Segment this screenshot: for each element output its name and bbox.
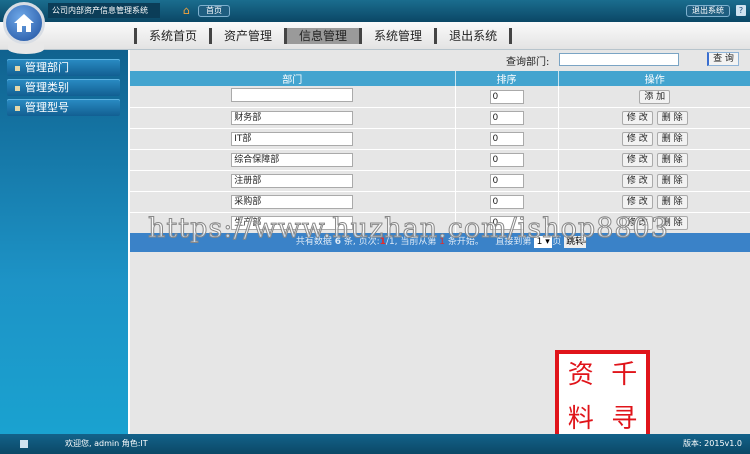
- sidebar-item-label: 管理部门: [25, 61, 69, 74]
- sidebar-item-categories[interactable]: 管理类别: [7, 79, 120, 96]
- order-input[interactable]: 0: [489, 111, 524, 125]
- start-record: 1: [439, 237, 445, 247]
- main-nav: 系统首页 资产管理 信息管理 系统管理 退出系统: [0, 22, 750, 50]
- nav-logout[interactable]: 退出系统: [434, 28, 509, 44]
- department-table: 部门 排序 操作 0 添 加 财务部 0 修 改删 除 IT部 0 修 改删 除综…: [130, 71, 750, 234]
- order-input[interactable]: 0: [489, 216, 524, 230]
- sidebar-item-label: 管理类别: [25, 81, 69, 94]
- nav-asset-management[interactable]: 资产管理: [209, 28, 284, 44]
- pager-text: /1, 当前从第: [385, 237, 437, 247]
- new-department-input[interactable]: [231, 87, 354, 102]
- table-row: 综合保障部 0 修 改删 除: [130, 149, 750, 171]
- version-text: 版本: 2015v1.0: [682, 439, 742, 448]
- nav-system-home[interactable]: 系统首页: [134, 28, 209, 44]
- table-row: 注册部 0 修 改删 除: [130, 170, 750, 192]
- main-content: 查询部门: 查 询 部门 排序 操作 0 添 加 财务部 0 修 改删 除 IT部…: [128, 50, 750, 434]
- bullet-icon: [15, 85, 20, 91]
- pager-text: 条开始。: [447, 237, 484, 247]
- sidebar: 管理部门 管理类别 管理型号: [0, 44, 128, 434]
- order-input[interactable]: 0: [489, 174, 524, 188]
- search-button[interactable]: 查 询: [707, 52, 739, 66]
- total-count: 6: [334, 237, 341, 247]
- jump-button[interactable]: 跳转: [564, 235, 587, 248]
- new-order-input[interactable]: 0: [489, 89, 524, 104]
- table-row: 财务部 0 修 改删 除: [130, 107, 750, 129]
- bullet-icon: [15, 65, 20, 71]
- house-icon: ⌂: [183, 4, 190, 17]
- table-row: 生产部 0 修 改删 除: [130, 212, 750, 234]
- home-logo-icon[interactable]: [3, 2, 45, 44]
- nav-divider: [509, 28, 513, 44]
- sidebar-item-departments[interactable]: 管理部门: [7, 59, 120, 76]
- delete-button[interactable]: 删 除: [656, 111, 688, 125]
- order-input[interactable]: 0: [489, 132, 524, 146]
- help-icon[interactable]: ?: [736, 5, 746, 16]
- nav-system-management[interactable]: 系统管理: [359, 28, 434, 44]
- stamp-char: 千: [611, 360, 638, 390]
- page-select[interactable]: 1 ▾: [534, 235, 553, 248]
- logout-button[interactable]: 退出系统: [686, 5, 730, 17]
- department-name-input[interactable]: 采购部: [231, 195, 354, 209]
- delete-button[interactable]: 删 除: [656, 153, 688, 167]
- department-name-input[interactable]: 财务部: [231, 111, 354, 125]
- home-button[interactable]: 首页: [198, 5, 230, 17]
- search-department-input[interactable]: [559, 53, 679, 66]
- pager-text: 条, 页次:: [343, 237, 380, 247]
- app-title: 公司内部资产信息管理系统: [48, 3, 160, 18]
- edit-button[interactable]: 修 改: [621, 174, 653, 188]
- welcome-text: 欢迎您, admin 角色:IT: [65, 439, 148, 448]
- delete-button[interactable]: 删 除: [656, 195, 688, 209]
- footer: 欢迎您, admin 角色:IT 版本: 2015v1.0: [0, 434, 750, 454]
- table-row: 采购部 0 修 改删 除: [130, 191, 750, 213]
- edit-button[interactable]: 修 改: [621, 216, 653, 230]
- nav-info-management[interactable]: 信息管理: [284, 28, 360, 44]
- add-button[interactable]: 添 加: [639, 89, 671, 104]
- department-name-input[interactable]: IT部: [231, 132, 354, 146]
- edit-button[interactable]: 修 改: [621, 153, 653, 167]
- delete-button[interactable]: 删 除: [656, 132, 688, 146]
- bullet-icon: [15, 105, 20, 111]
- order-input[interactable]: 0: [489, 153, 524, 167]
- pagination: 共有数据 6 条, 页次:1/1, 当前从第 1 条开始。 直接到第 1 ▾ 页 …: [130, 233, 750, 252]
- delete-button[interactable]: 删 除: [656, 174, 688, 188]
- col-order: 排序: [455, 71, 559, 86]
- order-input[interactable]: 0: [489, 195, 524, 209]
- search-label: 查询部门:: [506, 57, 550, 68]
- delete-button[interactable]: 删 除: [656, 216, 688, 230]
- pager-text: 共有数据: [295, 237, 332, 247]
- pager-text: 页: [552, 237, 562, 247]
- new-row: 0 添 加: [130, 86, 750, 108]
- table-row: IT部 0 修 改删 除: [130, 128, 750, 150]
- user-icon: [20, 440, 28, 448]
- department-name-input[interactable]: 综合保障部: [231, 153, 354, 167]
- col-actions: 操作: [558, 71, 750, 86]
- edit-button[interactable]: 修 改: [621, 111, 653, 125]
- edit-button[interactable]: 修 改: [621, 132, 653, 146]
- sidebar-item-models[interactable]: 管理型号: [7, 99, 120, 116]
- sidebar-item-label: 管理型号: [25, 101, 69, 114]
- col-department: 部门: [130, 71, 456, 86]
- edit-button[interactable]: 修 改: [621, 195, 653, 209]
- department-name-input[interactable]: 注册部: [231, 174, 354, 188]
- department-name-input[interactable]: 生产部: [231, 216, 354, 230]
- stamp-char: 资: [567, 360, 594, 390]
- stamp-seal: 资千 料寻: [555, 350, 650, 445]
- pager-text: 直接到第: [495, 237, 532, 247]
